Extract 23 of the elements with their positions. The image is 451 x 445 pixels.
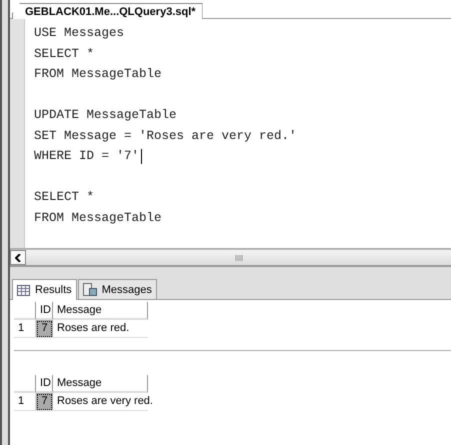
results-tab[interactable]: Results xyxy=(12,279,77,300)
table-cell[interactable]: Roses are red. xyxy=(53,320,148,338)
grip-icon xyxy=(234,254,242,260)
editor-tab[interactable]: GEBLACK01.Me...QLQuery3.sql* xyxy=(12,3,203,19)
code-line: SELECT * xyxy=(34,46,94,62)
grid-icon xyxy=(17,284,30,296)
code-line: USE Messages xyxy=(34,25,124,42)
column-header[interactable]: ID xyxy=(36,375,53,393)
code-line: FROM MessageTable xyxy=(34,66,162,83)
code-line: SELECT * xyxy=(34,189,94,206)
messages-icon xyxy=(82,283,97,296)
table-cell[interactable]: 7 xyxy=(36,320,53,338)
results-tab[interactable]: Messages xyxy=(78,279,157,299)
horizontal-scrollbar[interactable] xyxy=(10,249,451,267)
code-line: WHERE ID = '7' xyxy=(34,148,140,165)
column-header[interactable]: Message xyxy=(53,375,148,393)
code-line: FROM MessageTable xyxy=(34,210,162,226)
code-line: SET Message = 'Roses are very red.' xyxy=(34,128,297,144)
column-header[interactable]: ID xyxy=(36,302,53,320)
table-cell[interactable]: 7 xyxy=(36,393,53,411)
code-editor[interactable]: USE Messages SELECT * FROM MessageTable UPDATE MessageTable SET Message = 'Roses are very red.' WHERE ID = '7' SELECT * FROM MessageTable xyxy=(25,19,297,248)
column-header[interactable]: Message xyxy=(53,302,148,320)
code-line: UPDATE MessageTable xyxy=(34,107,177,124)
